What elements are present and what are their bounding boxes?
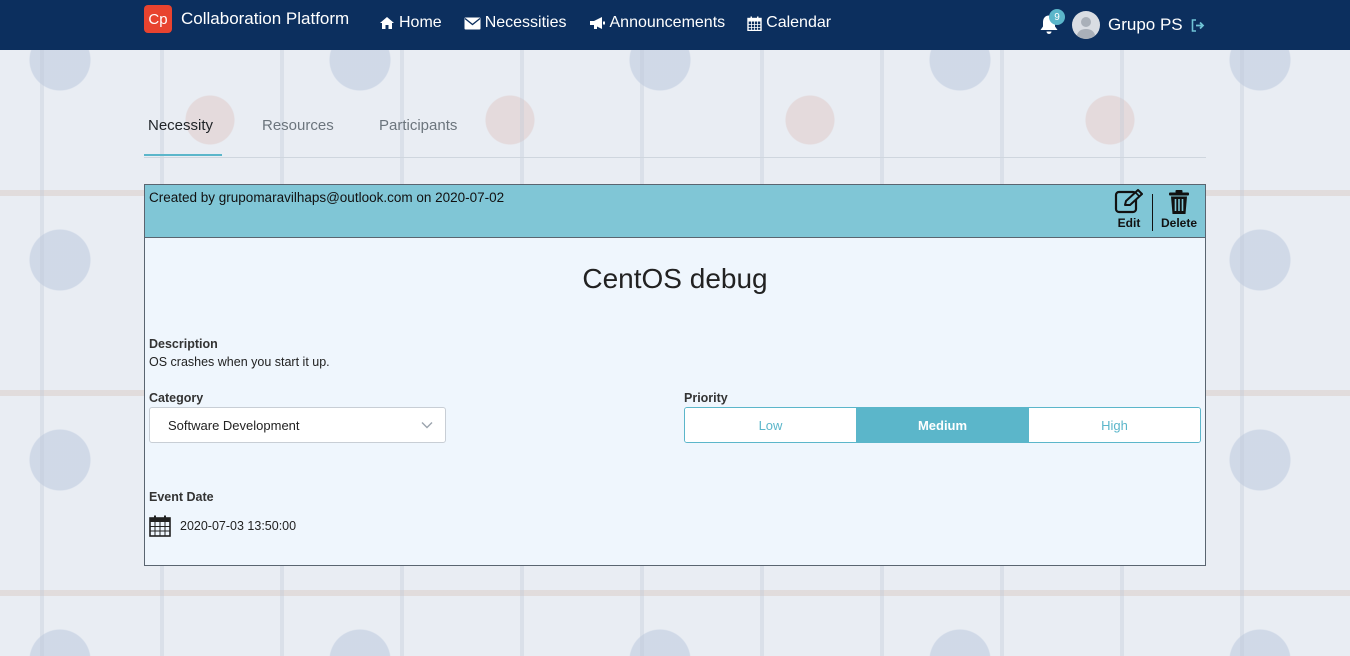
brand-logo: Cp: [144, 5, 172, 33]
category-select-value: Software Development: [168, 417, 300, 433]
user-name: Grupo PS: [1108, 15, 1183, 34]
header-divider: [1152, 194, 1153, 231]
brand[interactable]: Cp Collaboration Platform: [144, 5, 349, 33]
priority-medium-button[interactable]: Medium: [857, 408, 1029, 442]
edit-icon: [1114, 189, 1143, 214]
tab-participants[interactable]: Participants: [379, 117, 457, 134]
nav-links: Home Necessities Announcements Calendar: [379, 14, 853, 32]
category-label: Category: [149, 391, 204, 405]
nav-calendar-label: Calendar: [766, 14, 832, 31]
notification-count-badge: 9: [1049, 9, 1065, 25]
created-by-text: Created by grupomaravilhaps@outlook.com …: [149, 190, 505, 205]
nav-necessities-label: Necessities: [484, 14, 567, 31]
notifications-button[interactable]: 9: [1039, 9, 1065, 40]
chevron-down-icon: [421, 422, 433, 429]
priority-label: Priority: [684, 391, 728, 405]
edit-label: Edit: [1117, 216, 1141, 230]
nav-home-label: Home: [399, 14, 442, 31]
bullhorn-icon: [589, 17, 605, 29]
sign-out-icon: [1191, 18, 1204, 32]
necessity-tabs: Necessity Resources Participants: [144, 108, 1206, 158]
calendar-icon: [149, 515, 171, 537]
home-icon: [380, 17, 394, 29]
description-label: Description: [149, 337, 218, 351]
logout-button[interactable]: [1191, 18, 1205, 32]
event-date-value: 2020-07-03 13:50:00: [180, 519, 297, 533]
priority-low-button[interactable]: Low: [685, 408, 857, 442]
category-select[interactable]: Software Development: [149, 407, 446, 443]
nav-announcements-label: Announcements: [609, 14, 726, 31]
tab-necessity[interactable]: Necessity: [148, 117, 213, 134]
necessity-title: CentOS debug: [582, 263, 768, 294]
event-date-row: 2020-07-03 13:50:00: [149, 515, 296, 537]
brand-name: Collaboration Platform: [181, 9, 350, 28]
nav-home[interactable]: Home: [379, 14, 442, 32]
user-icon: [1076, 17, 1096, 39]
card-header: Created by grupomaravilhaps@outlook.com …: [145, 185, 1205, 238]
trash-icon: [1169, 190, 1190, 214]
nav-necessities[interactable]: Necessities: [464, 14, 567, 32]
priority-high-button[interactable]: High: [1029, 408, 1200, 442]
nav-calendar[interactable]: Calendar: [747, 14, 831, 32]
priority-toggle-group: Low Medium High: [684, 407, 1201, 443]
nav-announcements[interactable]: Announcements: [589, 14, 726, 32]
active-tab-indicator: [144, 154, 222, 156]
event-date-label: Event Date: [149, 490, 214, 504]
edit-button[interactable]: Edit: [1114, 189, 1144, 230]
tab-resources[interactable]: Resources: [262, 117, 334, 134]
necessity-card: Created by grupomaravilhaps@outlook.com …: [144, 184, 1206, 566]
envelope-icon: [464, 17, 481, 29]
user-menu[interactable]: Grupo PS: [1072, 11, 1205, 39]
delete-button[interactable]: Delete: [1161, 189, 1197, 230]
calendar-icon: [747, 16, 762, 31]
delete-label: Delete: [1161, 216, 1198, 230]
description-value: OS crashes when you start it up.: [149, 355, 330, 369]
top-navbar: Cp Collaboration Platform Home Necessiti…: [0, 0, 1350, 50]
avatar: [1072, 11, 1100, 39]
